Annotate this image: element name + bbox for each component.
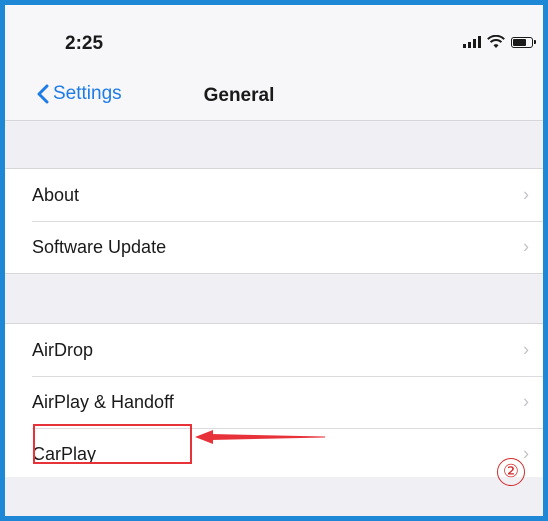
status-time: 2:25 [65,33,104,54]
chevron-right-icon: › [523,391,529,412]
chevron-right-icon: › [523,184,529,205]
settings-item-airplay-handoff[interactable]: AirPlay & Handoff › [5,376,543,428]
step-number-badge: ② [497,458,525,486]
section-spacer [5,477,543,516]
arrow-left-icon [195,430,325,444]
cellular-signal-icon [463,36,481,48]
page-title: General [203,85,275,106]
chevron-right-icon: › [523,339,529,360]
settings-item-label: Software Update [32,236,167,257]
section-spacer [5,122,543,168]
wifi-icon [487,35,505,48]
settings-item-label: AirDrop [32,339,94,360]
status-bar: 2:25 [5,5,543,71]
settings-group-about: About › Software Update › [5,168,543,274]
chevron-right-icon: › [523,236,529,257]
highlight-box [33,424,192,464]
battery-icon [511,36,536,48]
navigation-bar: Settings General [5,71,543,121]
chevron-right-icon: › [523,443,529,464]
section-spacer [5,275,543,323]
screenshot-frame: 2:25 Settings General About › Software U… [0,0,548,521]
settings-item-label: AirPlay & Handoff [32,391,174,412]
settings-item-software-update[interactable]: Software Update › [5,221,543,273]
settings-item-about[interactable]: About › [5,169,543,221]
settings-item-airdrop[interactable]: AirDrop › [5,324,543,376]
status-icons [463,35,536,49]
settings-item-label: About [32,184,80,205]
